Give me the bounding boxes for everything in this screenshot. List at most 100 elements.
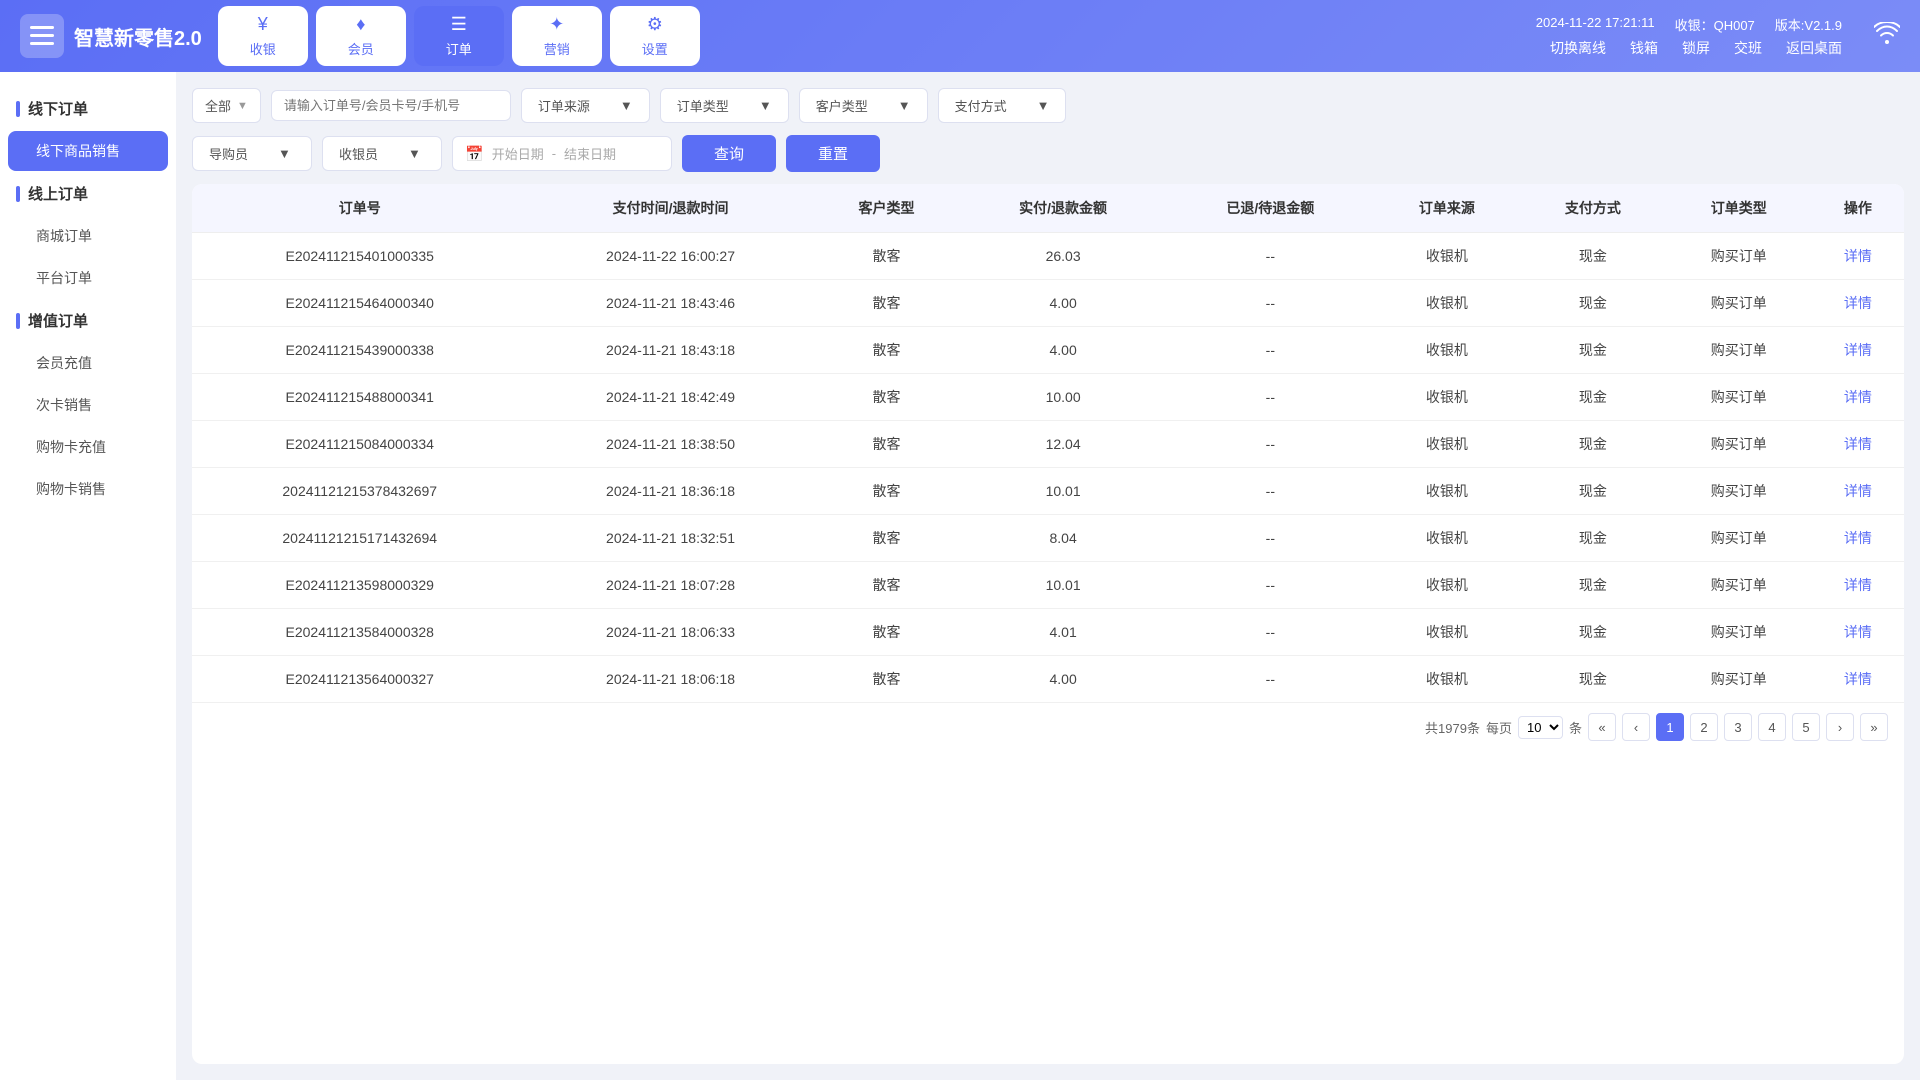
tab-member[interactable]: ♦ 会员 <box>316 6 406 66</box>
cell-payment: 现金 <box>1520 562 1666 609</box>
section-title-value-added: 增值订单 <box>0 300 176 341</box>
order-source-filter[interactable]: 订单来源 ▼ <box>521 88 650 123</box>
cell-refund-amount: -- <box>1167 374 1374 421</box>
tab-marketing-label: 营销 <box>544 39 570 58</box>
page-4-btn[interactable]: 4 <box>1758 713 1786 741</box>
sidebar-item-shopping-card-recharge[interactable]: 购物卡充值 <box>8 427 168 467</box>
cell-action: 详情 <box>1812 562 1904 609</box>
cell-amount: 4.00 <box>960 327 1167 374</box>
cell-action: 详情 <box>1812 609 1904 656</box>
datetime: 2024-11-22 17:21:11 <box>1536 15 1655 34</box>
cell-time: 2024-11-21 18:06:18 <box>527 656 813 703</box>
reset-button[interactable]: 重置 <box>786 135 880 172</box>
guide-arrow: ▼ <box>278 146 291 161</box>
sidebar-item-shopping-card-sale[interactable]: 购物卡销售 <box>8 469 168 509</box>
cell-payment: 现金 <box>1520 374 1666 421</box>
cell-order-no: E202411215488000341 <box>192 374 527 421</box>
cell-customer-type: 散客 <box>814 468 960 515</box>
header-info-top: 2024-11-22 17:21:11 收银：QH007 版本:V2.1.9 <box>1536 15 1842 34</box>
settings-icon: ⚙ <box>647 14 663 35</box>
col-time: 支付时间/退款时间 <box>527 184 813 233</box>
shift-btn[interactable]: 交班 <box>1734 38 1762 58</box>
table-row: E202411215464000340 2024-11-21 18:43:46 … <box>192 280 1904 327</box>
cell-order-type: 购买订单 <box>1666 280 1812 327</box>
total-count: 共1979条 <box>1425 718 1480 737</box>
table-row: E202411215488000341 2024-11-21 18:42:49 … <box>192 374 1904 421</box>
cell-amount: 4.01 <box>960 609 1167 656</box>
page-2-btn[interactable]: 2 <box>1690 713 1718 741</box>
order-type-filter[interactable]: 订单类型 ▼ <box>660 88 789 123</box>
tab-settings[interactable]: ⚙ 设置 <box>610 6 700 66</box>
switch-offline-btn[interactable]: 切换离线 <box>1550 38 1606 58</box>
tab-marketing[interactable]: ✦ 营销 <box>512 6 602 66</box>
cell-order-type: 购买订单 <box>1666 656 1812 703</box>
col-refund-amount: 已退/待退金额 <box>1167 184 1374 233</box>
detail-link[interactable]: 详情 <box>1844 577 1872 593</box>
sidebar-item-platform-order[interactable]: 平台订单 <box>8 258 168 298</box>
tab-order[interactable]: ☰ 订单 <box>414 6 504 66</box>
cell-source: 收银机 <box>1374 609 1520 656</box>
page-3-btn[interactable]: 3 <box>1724 713 1752 741</box>
per-page-select[interactable]: 10 20 50 <box>1518 716 1563 739</box>
cell-order-no: E202411213584000328 <box>192 609 527 656</box>
page-5-btn[interactable]: 5 <box>1792 713 1820 741</box>
detail-link[interactable]: 详情 <box>1844 248 1872 264</box>
detail-link[interactable]: 详情 <box>1844 295 1872 311</box>
detail-link[interactable]: 详情 <box>1844 436 1872 452</box>
sidebar-item-times-card[interactable]: 次卡销售 <box>8 385 168 425</box>
cell-payment: 现金 <box>1520 609 1666 656</box>
cell-payment: 现金 <box>1520 327 1666 374</box>
header: 智慧新零售2.0 ¥ 收银 ♦ 会员 ☰ 订单 ✦ 营销 ⚙ 设置 2024-1… <box>0 0 1920 72</box>
cell-refund-amount: -- <box>1167 421 1374 468</box>
sidebar-item-member-recharge[interactable]: 会员充值 <box>8 343 168 383</box>
cell-order-no: E202411213598000329 <box>192 562 527 609</box>
per-page-unit: 条 <box>1569 718 1582 737</box>
cell-order-no: E202411213564000327 <box>192 656 527 703</box>
sidebar-item-offline-goods[interactable]: 线下商品销售 <box>8 131 168 171</box>
cashier-filter[interactable]: 收银员 ▼ <box>322 136 442 171</box>
tab-cashier[interactable]: ¥ 收银 <box>218 6 308 66</box>
table-row: E202411213598000329 2024-11-21 18:07:28 … <box>192 562 1904 609</box>
detail-link[interactable]: 详情 <box>1844 342 1872 358</box>
detail-link[interactable]: 详情 <box>1844 671 1872 687</box>
cell-customer-type: 散客 <box>814 562 960 609</box>
search-input[interactable] <box>271 90 511 121</box>
cell-order-type: 购买订单 <box>1666 233 1812 280</box>
cell-refund-amount: -- <box>1167 562 1374 609</box>
page-last-btn[interactable]: » <box>1860 713 1888 741</box>
cell-action: 详情 <box>1812 468 1904 515</box>
pagination: 共1979条 每页 10 20 50 条 « ‹ 1 2 3 4 5 › » <box>192 702 1904 751</box>
guide-filter[interactable]: 导购员 ▼ <box>192 136 312 171</box>
cell-amount: 4.00 <box>960 280 1167 327</box>
detail-link[interactable]: 详情 <box>1844 389 1872 405</box>
customer-type-filter[interactable]: 客户类型 ▼ <box>799 88 928 123</box>
section-title-offline: 线下订单 <box>0 88 176 129</box>
cash-drawer-btn[interactable]: 钱箱 <box>1630 38 1658 58</box>
status-filter[interactable]: 全部 ▼ <box>192 88 261 123</box>
cell-order-type: 购买订单 <box>1666 421 1812 468</box>
cell-source: 收银机 <box>1374 280 1520 327</box>
payment-method-arrow: ▼ <box>1037 98 1050 113</box>
sidebar-item-mall-order[interactable]: 商城订单 <box>8 216 168 256</box>
detail-link[interactable]: 详情 <box>1844 483 1872 499</box>
cell-refund-amount: -- <box>1167 233 1374 280</box>
page-next-btn[interactable]: › <box>1826 713 1854 741</box>
page-first-btn[interactable]: « <box>1588 713 1616 741</box>
col-payment: 支付方式 <box>1520 184 1666 233</box>
cell-time: 2024-11-22 16:00:27 <box>527 233 813 280</box>
cell-refund-amount: -- <box>1167 280 1374 327</box>
section-title-online: 线上订单 <box>0 173 176 214</box>
detail-link[interactable]: 详情 <box>1844 624 1872 640</box>
back-desktop-btn[interactable]: 返回桌面 <box>1786 38 1842 58</box>
payment-method-filter[interactable]: 支付方式 ▼ <box>938 88 1067 123</box>
cell-refund-amount: -- <box>1167 468 1374 515</box>
cell-refund-amount: -- <box>1167 327 1374 374</box>
cell-refund-amount: -- <box>1167 515 1374 562</box>
page-prev-btn[interactable]: ‹ <box>1622 713 1650 741</box>
date-range-picker[interactable]: 📅 开始日期 - 结束日期 <box>452 136 672 171</box>
cell-time: 2024-11-21 18:36:18 <box>527 468 813 515</box>
detail-link[interactable]: 详情 <box>1844 530 1872 546</box>
page-1-btn[interactable]: 1 <box>1656 713 1684 741</box>
lock-screen-btn[interactable]: 锁屏 <box>1682 38 1710 58</box>
query-button[interactable]: 查询 <box>682 135 776 172</box>
